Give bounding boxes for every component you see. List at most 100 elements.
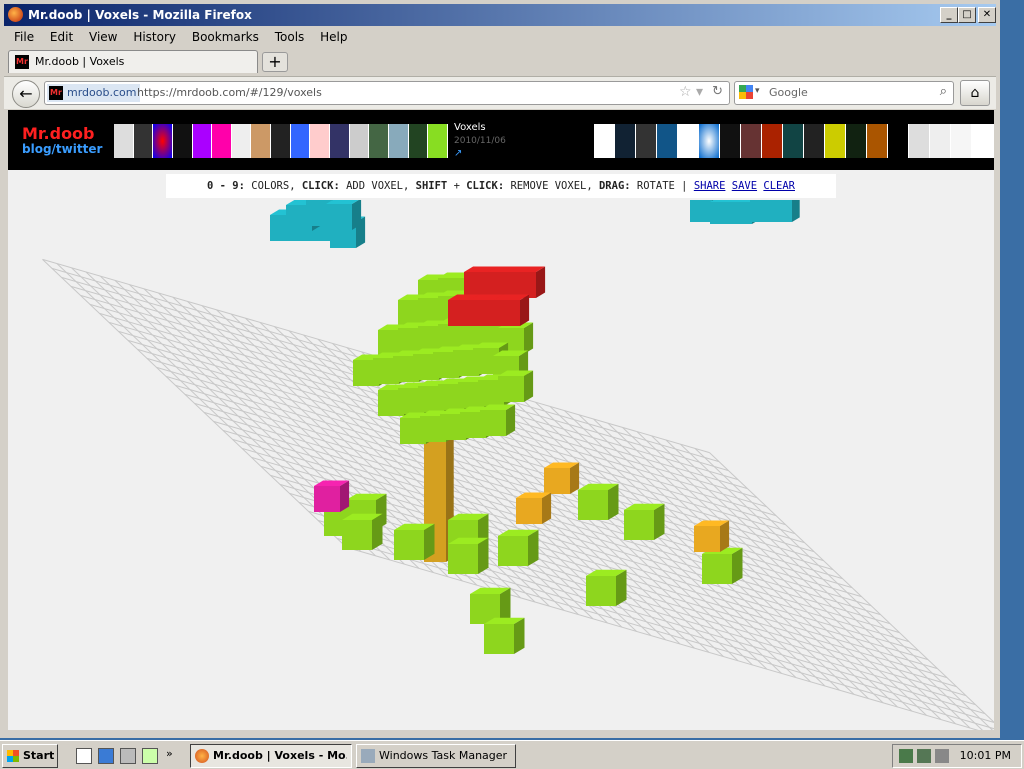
menu-help[interactable]: Help: [320, 28, 347, 46]
project-thumbnail[interactable]: [172, 124, 192, 158]
tray-volume-icon[interactable]: [935, 749, 949, 763]
project-thumbnail[interactable]: [972, 124, 992, 158]
project-thumbnail[interactable]: [369, 124, 388, 158]
project-thumbnail[interactable]: [192, 124, 212, 158]
voxel-face: [792, 200, 800, 222]
reload-icon[interactable]: ↻: [712, 84, 723, 99]
project-thumbnail[interactable]: [153, 124, 172, 158]
new-tab-button[interactable]: +: [262, 52, 288, 72]
project-thumbnail[interactable]: [408, 124, 428, 158]
logo-title[interactable]: Mr.doob: [22, 124, 95, 143]
project-thumbnail[interactable]: [615, 124, 635, 158]
mrdoob-favicon-icon: Mr: [15, 55, 29, 69]
voxel-face: [624, 510, 654, 540]
menu-tools[interactable]: Tools: [275, 28, 305, 46]
task-firefox[interactable]: Mr.doob | Voxels - Mo...: [190, 744, 352, 768]
voxel-face: [514, 617, 525, 654]
project-thumbnail[interactable]: [657, 124, 677, 158]
project-thumbnail[interactable]: [290, 124, 310, 158]
google-icon[interactable]: [739, 85, 753, 99]
menu-edit[interactable]: Edit: [50, 28, 73, 46]
voxel-face: [528, 529, 539, 566]
voxel-face: [750, 200, 772, 222]
search-bar[interactable]: ▾ Google ⌕: [734, 81, 954, 105]
menu-bookmarks[interactable]: Bookmarks: [192, 28, 259, 46]
search-quicklaunch-icon[interactable]: [142, 748, 158, 764]
project-thumbnail[interactable]: [720, 124, 740, 158]
network-icon[interactable]: [120, 748, 136, 764]
project-thumbnail[interactable]: [741, 124, 761, 158]
firefox-icon: [195, 749, 209, 763]
project-thumbnail[interactable]: [783, 124, 803, 158]
site-label: mrdoob.com: [67, 86, 137, 99]
tab-voxels[interactable]: Mr Mr.doob | Voxels: [8, 50, 258, 73]
bookmark-star-icon[interactable]: ☆ ▾: [679, 84, 703, 100]
project-thumbnail[interactable]: [114, 124, 133, 158]
project-thumbnail[interactable]: [909, 124, 929, 158]
project-thumbnail[interactable]: [804, 124, 824, 158]
logo-subtitle[interactable]: blog/twitter: [22, 142, 102, 156]
voxel-face: [516, 498, 542, 524]
tray-monitor-icon[interactable]: [917, 749, 931, 763]
project-thumbnail[interactable]: [251, 124, 271, 158]
maximize-button[interactable]: □: [958, 7, 976, 23]
project-thumbnails-left: [114, 124, 448, 158]
minimize-button[interactable]: _: [940, 7, 958, 23]
project-thumbnail[interactable]: [388, 124, 408, 158]
internet-explorer-icon[interactable]: [98, 748, 114, 764]
voxel-canvas[interactable]: [8, 200, 994, 730]
share-link[interactable]: SHARE: [694, 180, 726, 192]
mrdoob-favicon-icon: Mr: [49, 86, 63, 100]
voxel-face: [372, 513, 383, 550]
clear-link[interactable]: CLEAR: [763, 180, 795, 192]
task-task-manager[interactable]: Windows Task Manager: [356, 744, 516, 768]
search-input[interactable]: Google: [769, 86, 808, 99]
project-thumbnail[interactable]: [951, 124, 971, 158]
menu-history[interactable]: History: [133, 28, 176, 46]
project-thumbnail[interactable]: [699, 124, 719, 158]
external-link-icon[interactable]: ↗: [454, 148, 462, 159]
project-thumbnail[interactable]: [594, 124, 614, 158]
project-thumbnail[interactable]: [930, 124, 950, 158]
project-thumbnail[interactable]: [867, 124, 887, 158]
project-thumbnail[interactable]: [271, 124, 290, 158]
voxel-face: [702, 554, 732, 584]
window-title: Mr.doob | Voxels - Mozilla Firefox: [28, 8, 252, 22]
firefox-icon: [8, 7, 23, 22]
url-text[interactable]: https://mrdoob.com/#/129/voxels: [137, 86, 322, 99]
home-button[interactable]: ⌂: [960, 80, 990, 106]
project-thumbnail[interactable]: [330, 124, 349, 158]
show-desktop-icon[interactable]: [76, 748, 92, 764]
voxel-face: [770, 200, 792, 222]
project-thumbnail[interactable]: [133, 124, 153, 158]
voxel-face: [470, 300, 496, 326]
instruction-text: ROTATE |: [630, 180, 694, 192]
menu-file[interactable]: File: [14, 28, 34, 46]
instruction-key: 0 - 9:: [207, 180, 245, 192]
search-engine-dropdown-icon[interactable]: ▾: [755, 86, 760, 96]
voxel-face: [394, 530, 424, 560]
project-thumbnail[interactable]: [846, 124, 866, 158]
url-bar[interactable]: Mr mrdoob.com https://mrdoob.com/#/129/v…: [44, 81, 730, 105]
project-thumbnail[interactable]: [231, 124, 251, 158]
back-button[interactable]: ←: [12, 80, 40, 108]
menu-view[interactable]: View: [89, 28, 117, 46]
project-thumbnail[interactable]: [888, 124, 908, 158]
save-link[interactable]: SAVE: [732, 180, 757, 192]
site-identity[interactable]: Mr mrdoob.com: [47, 84, 141, 102]
project-thumbnail[interactable]: [428, 124, 447, 158]
tray-network-icon[interactable]: [899, 749, 913, 763]
project-thumbnail[interactable]: [310, 124, 330, 158]
search-icon[interactable]: ⌕: [940, 84, 947, 99]
project-thumbnail[interactable]: [762, 124, 782, 158]
start-button[interactable]: Start: [2, 744, 58, 768]
project-thumbnail[interactable]: [349, 124, 369, 158]
title-bar[interactable]: Mr.doob | Voxels - Mozilla Firefox _ □ ✕: [4, 4, 996, 26]
project-thumbnail[interactable]: [636, 124, 656, 158]
menu-bar: File Edit View History Bookmarks Tools H…: [4, 28, 996, 46]
project-thumbnail[interactable]: [678, 124, 698, 158]
quicklaunch-more-icon[interactable]: »: [166, 747, 173, 760]
project-thumbnail[interactable]: [825, 124, 845, 158]
close-button[interactable]: ✕: [978, 7, 996, 23]
project-thumbnail[interactable]: [212, 124, 231, 158]
